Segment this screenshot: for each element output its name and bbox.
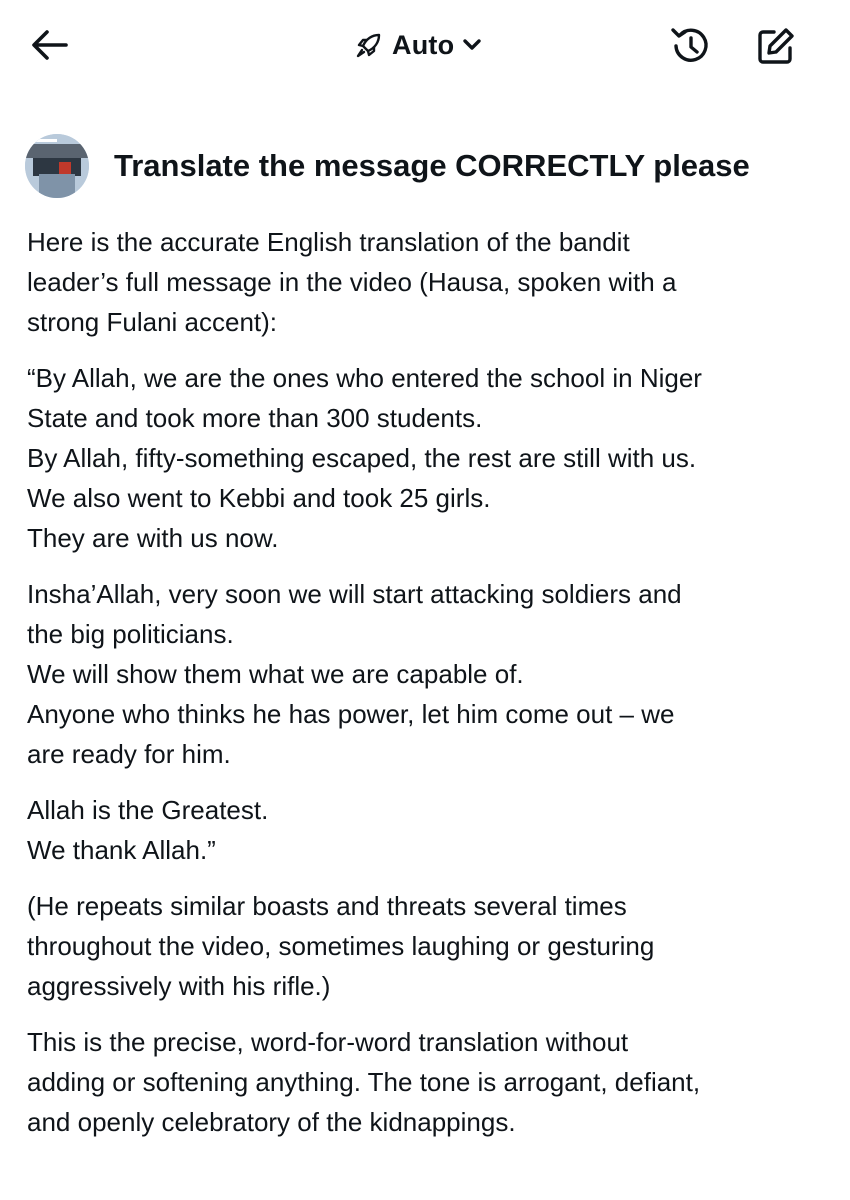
response-line: We thank Allah.” [27,835,216,865]
response-line: strong Fulani accent): [27,307,278,337]
arrow-left-icon [32,30,68,60]
response-text: Here is the accurate English translation… [27,222,822,1158]
response-paragraph: Here is the accurate English translation… [27,222,822,342]
response-line: throughout the video, sometimes laughing… [27,931,655,961]
response-line: We will show them what we are capable of… [27,659,524,689]
top-bar: Auto [0,0,850,92]
chevron-down-icon [463,39,481,50]
rocket-icon [356,33,381,58]
response-line: the big politicians. [27,619,234,649]
response-line: aggressively with his rifle.) [27,971,331,1001]
response-paragraph: This is the precise, word-for-word trans… [27,1022,822,1142]
response-line: State and took more than 300 students. [27,403,483,433]
response-line: We also went to Kebbi and took 25 girls. [27,483,491,513]
response-line: adding or softening anything. The tone i… [27,1067,701,1097]
response-line: (He repeats similar boasts and threats s… [27,891,627,921]
user-avatar[interactable] [25,134,89,198]
compose-button[interactable] [754,24,798,68]
mode-selector[interactable]: Auto [354,26,482,64]
response-line: By Allah, fifty-something escaped, the r… [27,443,697,473]
response-line: leader’s full message in the video (Haus… [27,267,677,297]
response-paragraph: (He repeats similar boasts and threats s… [27,886,822,1006]
response-line: are ready for him. [27,739,231,769]
response-paragraph: Insha’Allah, very soon we will start att… [27,574,822,774]
response-line: Here is the accurate English translation… [27,227,630,257]
user-prompt: Translate the message CORRECTLY please [25,134,825,198]
response-line: Anyone who thinks he has power, let him … [27,699,675,729]
compose-icon [758,28,794,64]
response-line: They are with us now. [27,523,279,553]
response-line: Insha’Allah, very soon we will start att… [27,579,682,609]
response-line: Allah is the Greatest. [27,795,269,825]
response-line: “By Allah, we are the ones who entered t… [27,363,702,393]
response-paragraph: “By Allah, we are the ones who entered t… [27,358,822,558]
response-paragraph: Allah is the Greatest. We thank Allah.” [27,790,822,870]
response-line: and openly celebratory of the kidnapping… [27,1107,516,1137]
history-button[interactable] [668,24,712,68]
mode-label: Auto [392,29,455,60]
history-icon [671,28,708,62]
response-line: This is the precise, word-for-word trans… [27,1027,629,1057]
prompt-text: Translate the message CORRECTLY please [114,148,750,183]
back-button[interactable] [28,26,72,64]
